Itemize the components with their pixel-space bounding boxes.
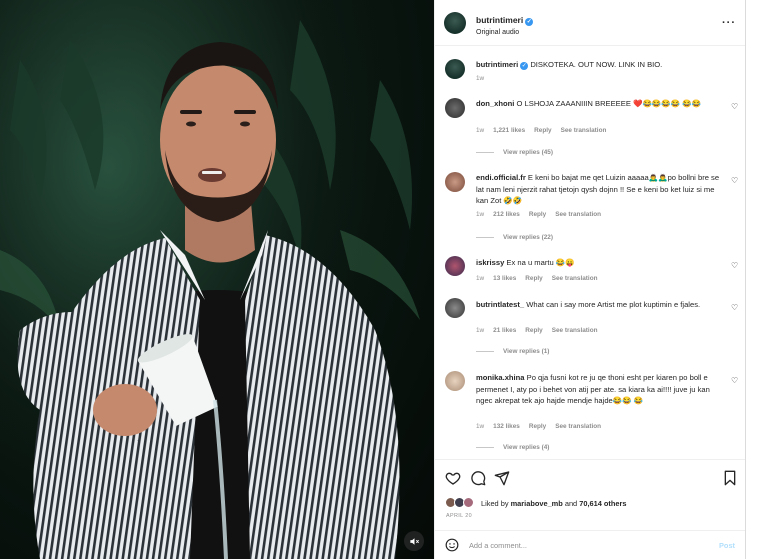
reply-button[interactable]: Reply: [525, 327, 542, 334]
caption-text: DISKOTEKA. OUT NOW. LINK IN BIO.: [530, 60, 663, 69]
comment-input[interactable]: [469, 537, 709, 553]
verified-icon: ✓: [520, 62, 529, 70]
comment-time: 1w: [476, 275, 485, 282]
caption-time: 1w: [476, 75, 485, 82]
comment-time: 1w: [476, 127, 485, 134]
comment-heart-icon[interactable]: ♡: [731, 176, 738, 185]
see-translation-button[interactable]: See translation: [552, 275, 598, 282]
divider: [745, 0, 746, 559]
comments-list[interactable]: butrintimeri ✓ DISKOTEKA. OUT NOW. LINK I…: [435, 46, 746, 459]
comment-text: Ex na u martu 😂😛: [506, 258, 575, 267]
comment-heart-icon[interactable]: ♡: [731, 102, 738, 111]
comment-likes[interactable]: 21 likes: [493, 327, 516, 334]
comment-icon[interactable]: [470, 470, 486, 486]
add-comment-bar: Post: [435, 530, 746, 559]
audio-label[interactable]: Original audio: [476, 29, 519, 36]
see-translation-button[interactable]: See translation: [552, 327, 598, 334]
liked-by-user[interactable]: mariabove_mb: [511, 499, 563, 508]
see-translation-button[interactable]: See translation: [555, 423, 601, 430]
comment-username[interactable]: butrintlatest_: [476, 300, 524, 309]
emoji-icon[interactable]: [445, 538, 459, 552]
view-replies-button[interactable]: View replies (45): [476, 149, 553, 156]
comment-likes[interactable]: 132 likes: [493, 423, 520, 430]
liked-by-label: Liked by: [481, 499, 509, 508]
heart-icon[interactable]: [445, 470, 461, 486]
avatar[interactable]: [444, 12, 466, 34]
mute-button[interactable]: [404, 531, 424, 551]
comment-likes[interactable]: 212 likes: [493, 211, 520, 218]
reply-button[interactable]: Reply: [529, 211, 546, 218]
bookmark-icon[interactable]: [722, 470, 738, 486]
video-frame: [0, 0, 434, 559]
caption-username[interactable]: butrintimeri: [476, 60, 518, 69]
post-media[interactable]: [0, 0, 434, 559]
comment-heart-icon[interactable]: ♡: [731, 261, 738, 270]
post-date[interactable]: APRIL 20: [446, 513, 472, 519]
post-actions: Liked by mariabove_mb and 70,614 others …: [435, 459, 746, 559]
liked-by-and: and: [564, 499, 578, 508]
comment-time: 1w: [476, 327, 485, 334]
reply-button[interactable]: Reply: [529, 423, 546, 430]
comment-time: 1w: [476, 423, 485, 430]
author-username[interactable]: butrintimeri: [476, 15, 523, 25]
post-header: butrintimeri ✓ Original audio ···: [435, 0, 746, 46]
comment-heart-icon[interactable]: ♡: [731, 303, 738, 312]
avatar[interactable]: [445, 298, 465, 318]
reply-button[interactable]: Reply: [525, 275, 542, 282]
comment-text: What can i say more Artist me plot kupti…: [526, 300, 701, 309]
view-replies-button[interactable]: View replies (1): [476, 348, 549, 355]
comment-likes[interactable]: 13 likes: [493, 275, 516, 282]
likes-count[interactable]: 70,614 others: [579, 499, 626, 508]
comment-username[interactable]: iskrissy: [476, 258, 504, 267]
avatar[interactable]: [445, 371, 465, 391]
speaker-muted-icon: [409, 537, 419, 545]
comment-likes[interactable]: 1,221 likes: [493, 127, 525, 134]
comment-username[interactable]: don_xhoni: [476, 99, 514, 108]
comment-username[interactable]: endi.official.fr: [476, 173, 526, 182]
see-translation-button[interactable]: See translation: [555, 211, 601, 218]
avatar[interactable]: [445, 172, 465, 192]
avatar[interactable]: [445, 59, 465, 79]
view-replies-button[interactable]: View replies (4): [476, 444, 549, 451]
post-button[interactable]: Post: [719, 541, 735, 550]
avatar[interactable]: [445, 256, 465, 276]
comment-time: 1w: [476, 211, 485, 218]
verified-icon: ✓: [525, 18, 534, 26]
view-replies-button[interactable]: View replies (22): [476, 234, 553, 241]
comment-text: O LSHOJA ZAAANIIIN BREEEEE ❤️😂😂😂😂 😂😂: [516, 99, 702, 108]
post-panel: butrintimeri ✓ Original audio ··· butrint…: [434, 0, 746, 559]
send-icon[interactable]: [494, 470, 510, 486]
likes-summary: Liked by mariabove_mb and 70,614 others: [481, 499, 626, 508]
more-horizontal-icon[interactable]: ···: [722, 17, 736, 29]
comment-heart-icon[interactable]: ♡: [731, 376, 738, 385]
avatar: [463, 497, 474, 508]
comment-username[interactable]: monika.xhina: [476, 373, 525, 382]
reply-button[interactable]: Reply: [534, 127, 551, 134]
avatar[interactable]: [445, 98, 465, 118]
see-translation-button[interactable]: See translation: [561, 127, 607, 134]
